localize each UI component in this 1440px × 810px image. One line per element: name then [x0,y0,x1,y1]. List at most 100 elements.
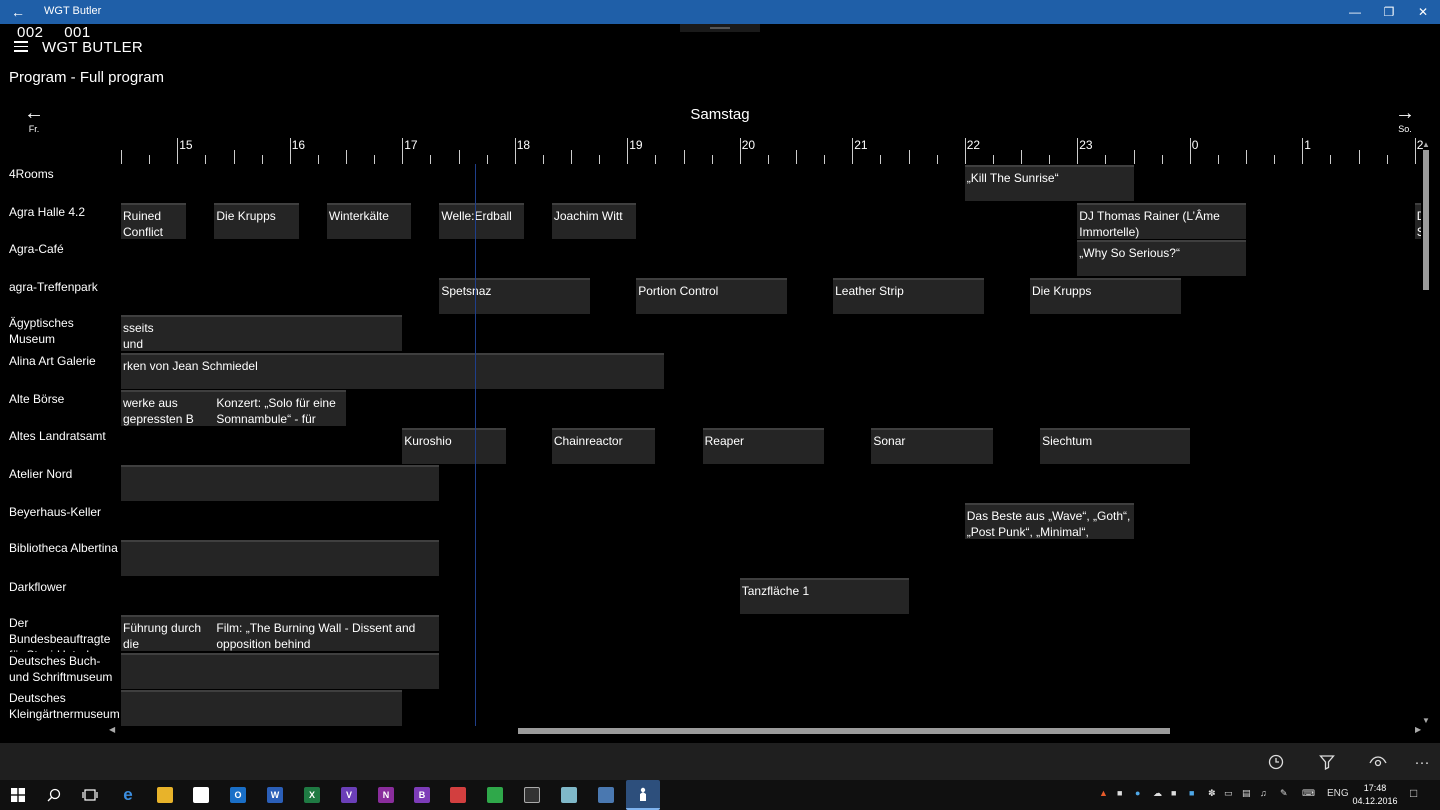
tool-icon[interactable] [561,787,577,803]
tray-sync-icon[interactable]: ■ [1189,788,1194,798]
excel-icon[interactable]: X [304,787,320,803]
event-block[interactable]: werke aus gepressten B [121,390,215,426]
vertical-scroll-thumb[interactable] [1423,150,1429,290]
event-block[interactable]: Siechtum [1040,427,1190,464]
event-block[interactable]: Spetsnaz [439,277,591,314]
event-block[interactable]: „Kill The Sunrise“ [964,165,1134,201]
event-block[interactable]: DJ St [1414,202,1421,239]
downloader-icon[interactable] [487,787,503,803]
terminal-icon[interactable] [524,787,540,803]
event-block[interactable]: rken von Jean Schmiedel [121,352,665,389]
event-block[interactable]: Kuroshio [402,427,506,464]
event-block[interactable]: DJ Thomas Rainer (L’Âme Immortelle) [1077,202,1246,239]
scroll-down-icon[interactable]: ▼ [1422,716,1430,725]
remote-desktop-icon[interactable] [598,787,614,803]
event-block[interactable] [121,540,440,576]
hamburger-menu-icon[interactable] [14,41,28,52]
onenote-icon[interactable]: N [378,787,394,803]
venue-label: Der Bundesbeauftragte für Stasi-Unterlag… [9,616,116,652]
ruler-tick [767,155,769,164]
tray-app-icon[interactable]: ● [1135,788,1140,798]
tray-alert-icon[interactable]: ▲ [1099,788,1108,798]
scroll-up-icon[interactable]: ▲ [1422,140,1430,149]
event-block[interactable]: Tanzfläche 1 [739,577,909,614]
event-block[interactable]: „Why So Serious?“ [1077,240,1246,276]
close-icon[interactable]: ✕ [1406,0,1440,24]
next-day-button[interactable]: → So. [1385,103,1425,134]
visual-studio-icon[interactable]: V [341,787,357,803]
task-view-icon[interactable] [79,784,101,806]
ruler-tick [683,150,685,164]
event-block[interactable]: Reaper [702,427,825,464]
scroll-left-icon[interactable]: ◀ [109,725,115,734]
search-icon[interactable] [43,784,65,806]
shield-icon[interactable]: ■ [1117,788,1122,798]
tray-device-icon[interactable]: ■ [1171,788,1176,798]
more-icon[interactable]: ··· [1410,751,1434,773]
event-block[interactable]: Chainreactor [551,427,656,464]
file-explorer-icon[interactable] [157,787,173,803]
ruler-tick [430,155,432,164]
event-block[interactable]: Film: „The Burning Wall - Dissent and op… [214,615,440,651]
ruler-tick [514,138,516,164]
scroll-right-icon[interactable]: ▶ [1415,725,1421,734]
ruler-tick [936,155,938,164]
wgt-butler-taskbar-icon[interactable] [626,780,660,810]
keyboard-icon[interactable]: ⌨ [1302,788,1315,799]
language-indicator[interactable]: ENG [1327,788,1349,799]
event-block[interactable]: Joachim Witt [551,202,637,239]
ruler-tick [149,155,151,164]
eye-icon[interactable] [1366,751,1390,773]
minimize-icon[interactable]: — [1338,0,1372,24]
network-icon[interactable]: ▤ [1242,788,1251,799]
event-block[interactable] [121,652,440,689]
event-block[interactable] [121,690,403,726]
volume-icon[interactable]: ♫ [1260,788,1267,798]
event-block[interactable]: Welle:Erdball [439,202,524,239]
event-block[interactable]: Das Beste aus „Wave“, „Goth“, „Post Punk… [964,502,1134,539]
ruler-tick [1133,150,1135,164]
event-block[interactable]: Sonar [871,427,993,464]
app-title: WGT BUTLER [42,39,144,56]
back-arrow-icon[interactable]: ← [0,0,36,24]
windows-start-icon[interactable] [7,784,29,806]
event-block[interactable]: sseits und im en Ägypten“ [121,315,159,351]
outlook-icon[interactable]: O [230,787,246,803]
word-icon[interactable]: W [267,787,283,803]
event-block[interactable]: Konzert: „Solo für eine Somnambule“ - fü… [214,390,346,426]
ruler-tick [261,155,263,164]
event-block[interactable]: Leather Strip [833,277,984,314]
event-block[interactable] [121,465,440,501]
notifications-icon[interactable]: □ [1410,786,1417,800]
ruler-tick [1414,138,1416,164]
blend-icon[interactable]: B [414,787,430,803]
taskbar-clock[interactable]: 17:48 04.12.2016 [1352,782,1398,808]
store-icon[interactable] [193,787,209,803]
command-bar: ··· [0,743,1440,780]
event-block[interactable] [158,315,403,351]
filter-icon[interactable] [1315,751,1339,773]
ruler-tick [599,155,601,164]
horizontal-scrollbar[interactable]: ◀ ▶ [109,725,1421,736]
edge-browser-icon[interactable]: e [117,784,139,806]
app-tile-icon[interactable] [450,787,466,803]
pen-icon[interactable]: ✎ [1280,788,1288,799]
bluetooth-icon[interactable]: ✽ [1208,788,1216,799]
event-block[interactable]: Portion Control [636,277,787,314]
event-block[interactable]: Die Krupps [214,202,299,239]
cloud-icon[interactable]: ☁ [1153,788,1162,799]
event-block[interactable]: Winterkälte [326,202,412,239]
horizontal-scroll-thumb[interactable] [518,728,1170,734]
maximize-icon[interactable]: ❐ [1372,0,1406,24]
event-block[interactable]: Führung durch die [121,615,215,651]
drag-handle[interactable] [680,24,760,32]
event-block[interactable]: Ruined Conflict [121,202,187,239]
ruler-tick [908,150,910,164]
event-block[interactable]: Die Krupps [1030,277,1181,314]
previous-day-button[interactable]: ← Fr. [14,103,54,134]
vertical-scrollbar[interactable]: ▲ ▼ [1422,140,1430,726]
ruler-tick [1077,138,1079,164]
clock-icon[interactable] [1264,751,1288,773]
tray-monitor-icon[interactable]: ▭ [1224,788,1233,799]
ruler-tick [880,155,882,164]
